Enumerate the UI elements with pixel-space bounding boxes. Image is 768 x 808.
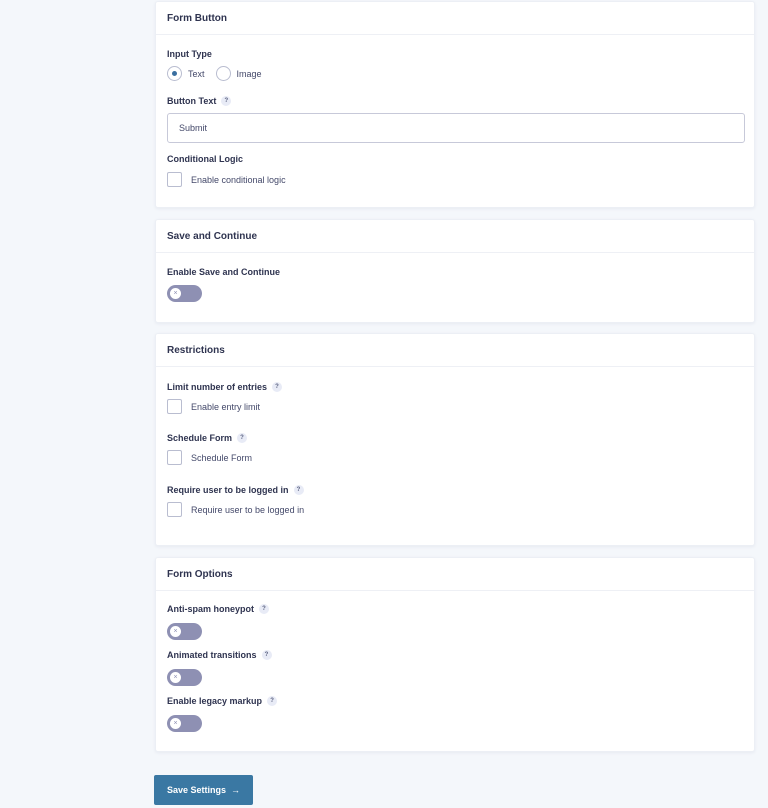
entry-limit-row[interactable]: Enable entry limit <box>167 399 260 414</box>
panel-title: Restrictions <box>156 334 754 367</box>
require-login-checkbox-label[interactable]: Require user to be logged in <box>191 505 304 515</box>
legacy-markup-label: Enable legacy markup ? <box>167 696 278 706</box>
panel-title: Save and Continue <box>156 220 754 253</box>
schedule-form-checkbox-label[interactable]: Schedule Form <box>191 453 252 463</box>
save-settings-label: Save Settings <box>166 785 227 795</box>
restrictions-panel: Restrictions Limit number of entries ? E… <box>155 333 755 546</box>
help-icon[interactable]: ? <box>272 382 283 392</box>
radio-text[interactable] <box>167 66 182 81</box>
enable-save-continue-label: Enable Save and Continue <box>167 267 281 277</box>
arrow-right-icon: → <box>231 785 241 795</box>
radio-text-label[interactable]: Text <box>188 69 205 79</box>
schedule-form-row[interactable]: Schedule Form <box>167 450 252 465</box>
help-icon[interactable]: ? <box>259 604 269 614</box>
help-icon[interactable]: ? <box>221 96 232 106</box>
require-login-checkbox[interactable] <box>167 502 182 517</box>
conditional-logic-checkbox[interactable] <box>167 172 182 187</box>
form-button-panel: Form Button Input Type Text Image Button… <box>155 1 755 208</box>
help-icon[interactable]: ? <box>267 696 278 706</box>
entry-limit-checkbox-label[interactable]: Enable entry limit <box>191 402 260 412</box>
form-options-panel: Form Options Anti-spam honeypot ? × Anim… <box>155 557 755 752</box>
conditional-logic-checkbox-label[interactable]: Enable conditional logic <box>191 175 286 185</box>
schedule-form-label: Schedule Form ? <box>167 433 248 443</box>
save-continue-panel: Save and Continue Enable Save and Contin… <box>155 219 755 323</box>
help-icon[interactable]: ? <box>261 650 272 660</box>
radio-image-label[interactable]: Image <box>237 69 262 79</box>
toggle-off-icon: × <box>170 718 181 729</box>
help-icon[interactable]: ? <box>293 485 304 495</box>
honeypot-toggle[interactable]: × <box>167 623 202 640</box>
honeypot-label: Anti-spam honeypot ? <box>167 604 269 614</box>
button-text-input[interactable] <box>167 113 745 143</box>
toggle-off-icon: × <box>170 626 181 637</box>
radio-image[interactable] <box>215 66 231 81</box>
panel-title: Form Button <box>156 2 754 35</box>
help-icon[interactable]: ? <box>237 433 248 443</box>
save-continue-toggle[interactable]: × <box>167 285 202 302</box>
panel-title: Form Options <box>156 558 754 591</box>
animated-transitions-label: Animated transitions ? <box>167 650 272 660</box>
entry-limit-checkbox[interactable] <box>167 399 182 414</box>
animated-transitions-toggle[interactable]: × <box>167 669 202 686</box>
schedule-form-checkbox[interactable] <box>167 450 182 465</box>
limit-entries-label: Limit number of entries ? <box>167 382 283 392</box>
save-settings-button[interactable]: Save Settings → <box>154 775 253 805</box>
conditional-logic-label: Conditional Logic <box>167 154 243 164</box>
require-login-label: Require user to be logged in ? <box>167 485 304 495</box>
toggle-off-icon: × <box>170 672 181 683</box>
toggle-off-icon: × <box>170 288 181 299</box>
input-type-radio-group: Text Image <box>167 66 273 81</box>
conditional-logic-row[interactable]: Enable conditional logic <box>167 172 286 187</box>
button-text-label: Button Text ? <box>167 96 232 106</box>
legacy-markup-toggle[interactable]: × <box>167 715 202 732</box>
input-type-label: Input Type <box>167 49 212 59</box>
require-login-row[interactable]: Require user to be logged in <box>167 502 304 517</box>
